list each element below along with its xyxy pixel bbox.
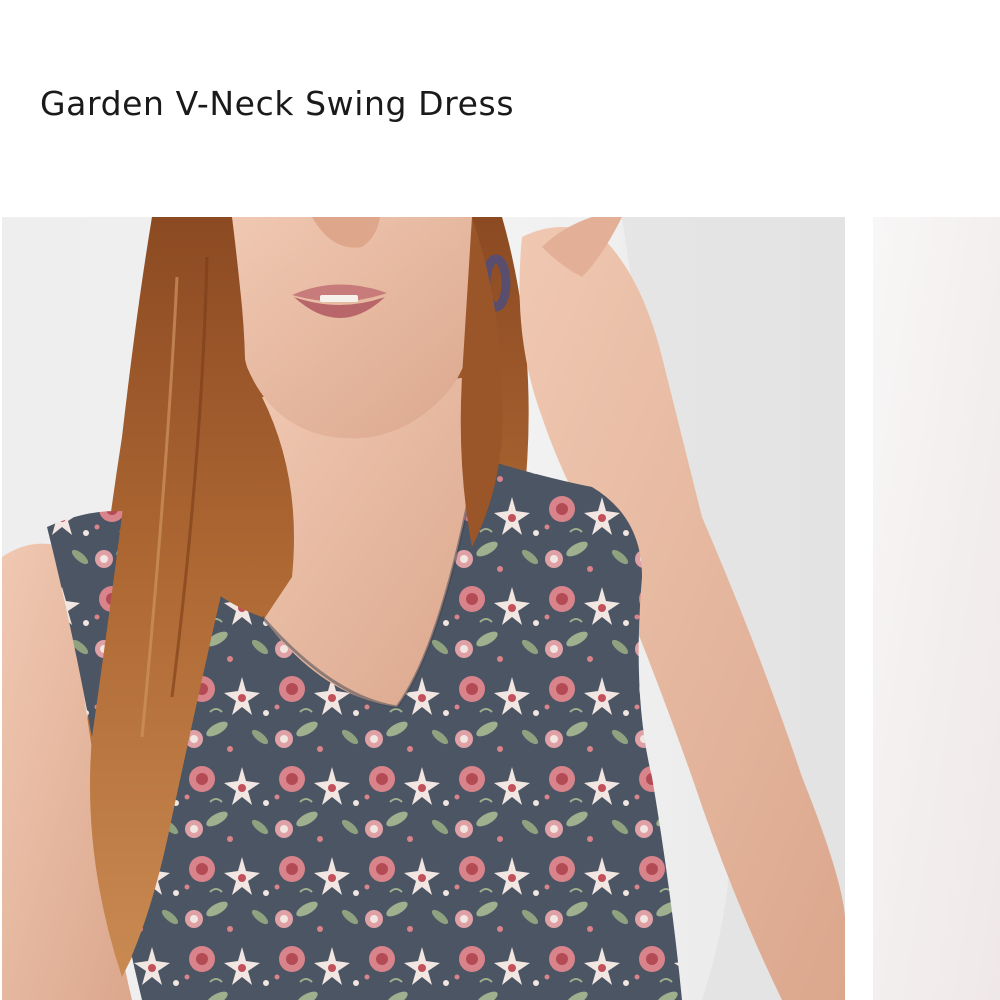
product-title: Garden V-Neck Swing Dress xyxy=(40,84,515,123)
next-photo-edge xyxy=(873,217,1000,1000)
product-image-gallery[interactable] xyxy=(0,217,1000,1000)
model-photo xyxy=(2,217,845,1000)
product-image-main[interactable] xyxy=(2,217,845,1000)
product-image-next[interactable] xyxy=(873,217,1000,1000)
